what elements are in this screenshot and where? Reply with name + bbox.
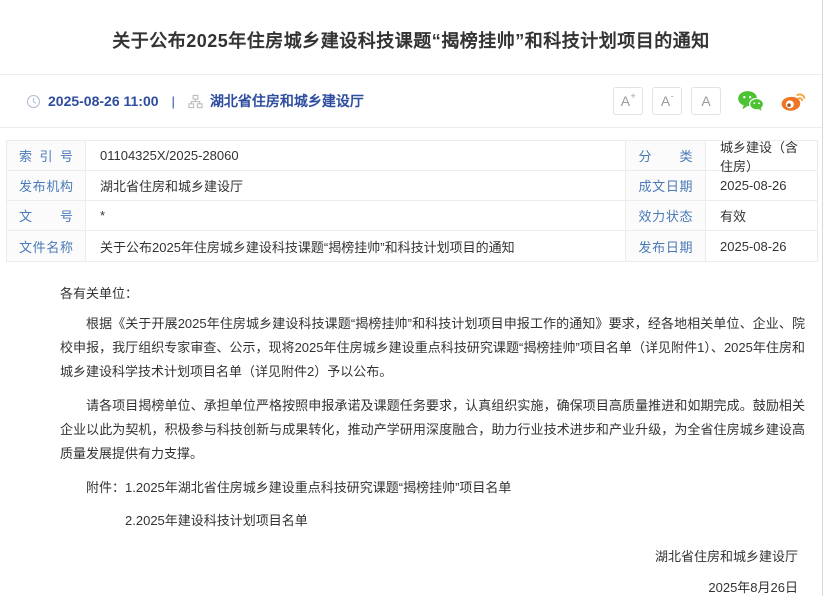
body-paragraph: 请各项目揭榜单位、承担单位严格按照申报承诺及课题任务要求，认真组织实施，确保项目… (60, 394, 805, 466)
signature-org: 湖北省住房和城乡建设厅 (60, 545, 798, 569)
meta-separator: | (172, 94, 175, 109)
signature-date: 2025年8月26日 (60, 576, 798, 596)
publish-date-value: 2025-08-26 (706, 231, 817, 261)
source-org-link[interactable]: 湖北省住房和城乡建设厅 (210, 91, 364, 111)
publish-date-label: 发布日期 (626, 231, 706, 261)
font-reset-button[interactable]: A (691, 87, 721, 115)
font-decrease-button[interactable]: A- (652, 87, 682, 115)
salutation: 各有关单位： (60, 282, 805, 306)
publish-datetime: 2025-08-26 11:00 (48, 93, 159, 109)
wechat-share-icon[interactable] (737, 89, 764, 113)
doc-title-value: 关于公布2025年住房城乡建设科技课题“揭榜挂帅”和科技计划项目的通知 (86, 231, 626, 261)
body-paragraph: 根据《关于开展2025年住房城乡建设科技课题“揭榜挂帅”和科技计划项目申报工作的… (60, 312, 805, 384)
meta-bar: 2025-08-26 11:00 | 湖北省住房和城乡建设厅 A+ A- A (0, 75, 822, 128)
doc-title-label: 文件名称 (7, 231, 86, 261)
meta-info: 2025-08-26 11:00 | 湖北省住房和城乡建设厅 (26, 91, 364, 111)
validity-status-label: 效力状态 (626, 201, 706, 231)
notice-body: 各有关单位： 根据《关于开展2025年住房城乡建设科技课题“揭榜挂帅”和科技计划… (0, 262, 831, 596)
attachments-label: 附件： (86, 476, 125, 533)
attachments-block: 附件： 1.2025年湖北省住房城乡建设重点科技研究课题“揭榜挂帅”项目名单 2… (60, 476, 805, 533)
doc-number-value: * (86, 201, 626, 231)
org-structure-icon (188, 94, 203, 109)
font-increase-button[interactable]: A+ (613, 87, 643, 115)
doc-number-label: 文号 (7, 201, 86, 231)
weibo-share-icon[interactable] (780, 89, 806, 113)
written-date-value: 2025-08-26 (706, 171, 817, 201)
written-date-label: 成文日期 (626, 171, 706, 201)
signature-block: 湖北省住房和城乡建设厅 2025年8月26日 (60, 545, 805, 596)
page-title: 关于公布2025年住房城乡建设科技课题“揭榜挂帅”和科技计划项目的通知 (112, 27, 710, 53)
classification-value: 城乡建设（含住房） (706, 141, 817, 171)
validity-status-value: 有效 (706, 201, 817, 231)
document-info-table: 索引号 01104325X/2025-28060 分类 城乡建设（含住房） 发布… (6, 140, 818, 262)
meta-actions: A+ A- A (604, 87, 806, 115)
page-right-border (822, 0, 823, 596)
notice-page: 关于公布2025年住房城乡建设科技课题“揭榜挂帅”和科技计划项目的通知 2025… (0, 0, 831, 596)
issuing-agency-value: 湖北省住房和城乡建设厅 (86, 171, 626, 201)
title-bar: 关于公布2025年住房城乡建设科技课题“揭榜挂帅”和科技计划项目的通知 (0, 0, 822, 75)
classification-label: 分类 (626, 141, 706, 171)
index-no-label: 索引号 (7, 141, 86, 171)
attachment-item: 2.2025年建设科技计划项目名单 (125, 509, 511, 533)
index-no-value: 01104325X/2025-28060 (86, 141, 626, 171)
attachments-list: 1.2025年湖北省住房城乡建设重点科技研究课题“揭榜挂帅”项目名单 2.202… (125, 476, 511, 533)
clock-icon (26, 94, 41, 109)
attachment-item: 1.2025年湖北省住房城乡建设重点科技研究课题“揭榜挂帅”项目名单 (125, 476, 511, 500)
issuing-agency-label: 发布机构 (7, 171, 86, 201)
